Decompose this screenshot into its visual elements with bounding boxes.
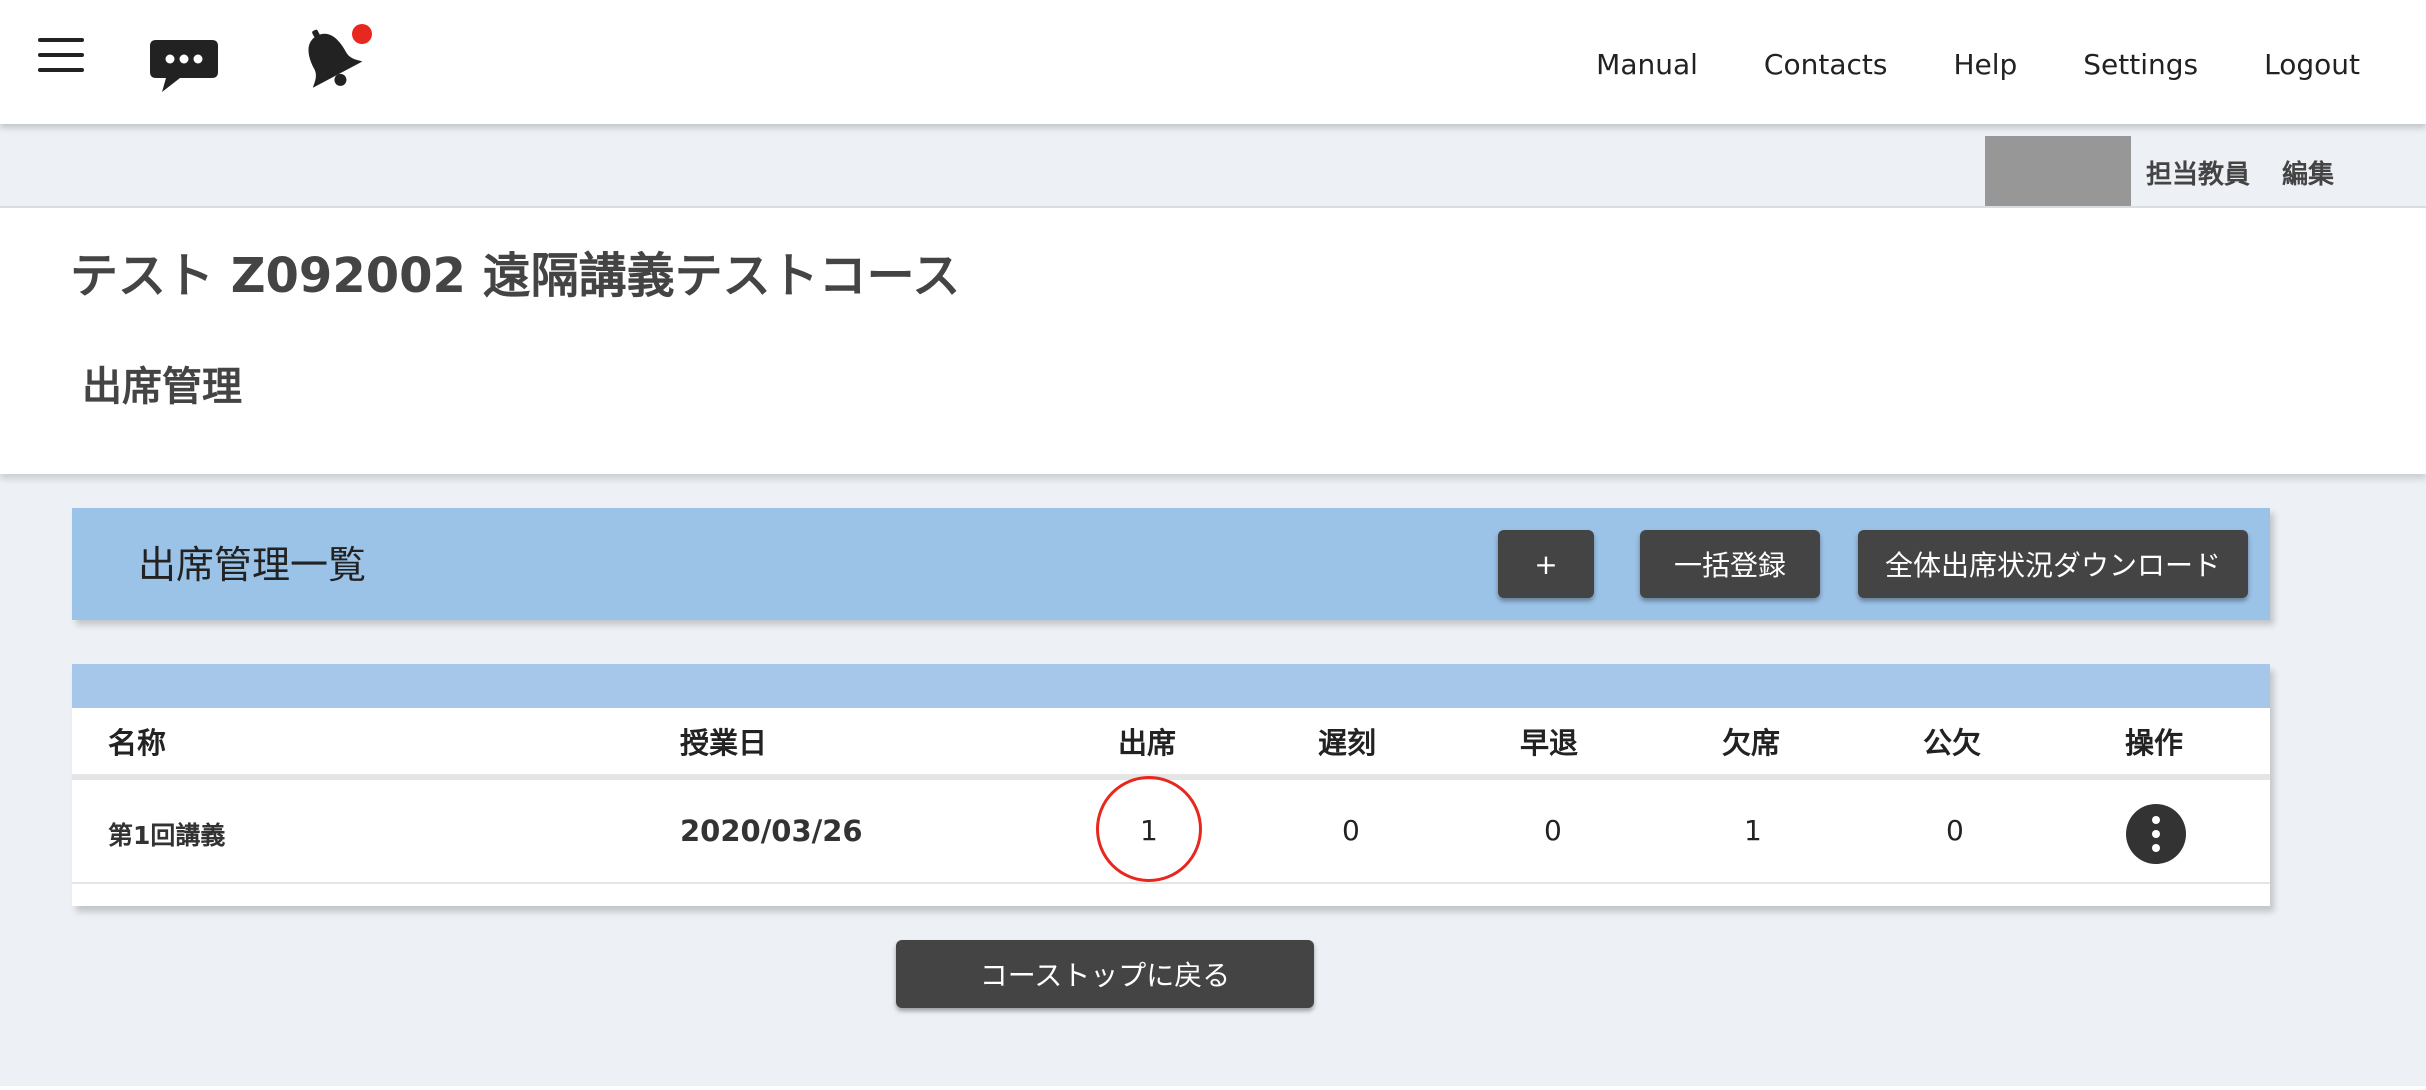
row-absent: 1 — [1744, 814, 1762, 847]
nav-logout[interactable]: Logout — [2264, 48, 2360, 81]
nav-contacts[interactable]: Contacts — [1764, 48, 1888, 81]
teacher-avatar — [1985, 136, 2131, 206]
row-early-leave: 0 — [1544, 814, 1562, 847]
course-title: テスト Z092002 遠隔講義テストコース — [70, 248, 961, 304]
header-class-date: 授業日 — [680, 726, 768, 760]
teacher-bar: 担当教員 編集 — [0, 124, 2426, 206]
page-title: 出席管理 — [82, 364, 242, 410]
row-name: 第1回講義 — [108, 821, 226, 850]
nav-help[interactable]: Help — [1953, 48, 2017, 81]
highlight-circle-annotation — [1096, 776, 1202, 882]
header-early-leave: 早退 — [1520, 726, 1579, 760]
row-excused: 0 — [1946, 814, 1964, 847]
notification-dot — [352, 24, 372, 44]
row-late: 0 — [1342, 814, 1360, 847]
nav-manual[interactable]: Manual — [1596, 48, 1698, 81]
row-date: 2020/03/26 — [680, 814, 863, 848]
course-header: テスト Z092002 遠隔講義テストコース — [0, 206, 2426, 317]
header-name: 名称 — [108, 726, 167, 760]
teacher-edit-link[interactable]: 編集 — [2282, 154, 2334, 191]
table-top-strip — [72, 664, 2270, 708]
header-absent: 欠席 — [1722, 726, 1781, 760]
attendance-list-header: 出席管理一覧 + 一括登録 全体出席状況ダウンロード — [72, 508, 2270, 620]
header-excused: 公欠 — [1923, 726, 1982, 760]
footer-divider — [0, 1086, 2426, 1090]
back-to-course-top-button[interactable]: コーストップに戻る — [896, 940, 1314, 1008]
header-actions: 操作 — [2125, 726, 2184, 760]
top-nav-links: Manual Contacts Help Settings Logout — [1596, 48, 2360, 81]
row-divider — [72, 882, 2270, 884]
header-late: 遅刻 — [1318, 726, 1377, 760]
add-button[interactable]: + — [1498, 530, 1594, 598]
header-present: 出席 — [1118, 726, 1177, 760]
download-all-attendance-button[interactable]: 全体出席状況ダウンロード — [1858, 530, 2248, 598]
top-navigation-bar: Manual Contacts Help Settings Logout — [0, 0, 2426, 124]
teacher-label: 担当教員 — [2146, 160, 2251, 190]
header-divider — [72, 774, 2270, 780]
chat-bubble-icon[interactable] — [150, 36, 222, 96]
bell-icon[interactable] — [296, 24, 374, 96]
nav-settings[interactable]: Settings — [2083, 48, 2198, 81]
hamburger-menu-icon[interactable] — [38, 38, 84, 74]
section-header: 出席管理 — [0, 314, 2426, 474]
row-actions-menu-button[interactable] — [2126, 804, 2186, 864]
list-title: 出席管理一覧 — [138, 543, 367, 587]
bulk-register-button[interactable]: 一括登録 — [1640, 530, 1820, 598]
